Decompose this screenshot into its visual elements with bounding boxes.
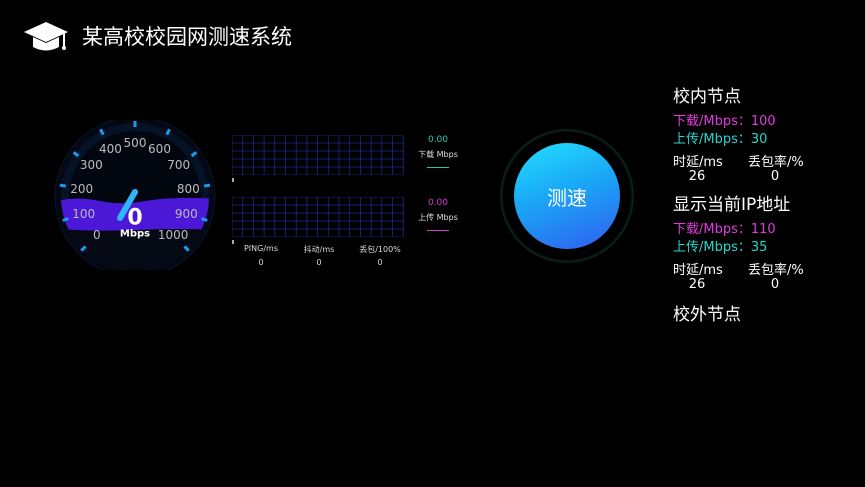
gauge-scale-label: 600 bbox=[148, 141, 171, 156]
gauge-scale-label: 800 bbox=[176, 181, 200, 196]
download-legend-line bbox=[427, 167, 449, 168]
gauge-tick bbox=[203, 183, 211, 188]
speed-test-button[interactable]: 测速 bbox=[514, 143, 620, 249]
gauge-scale-label: 100 bbox=[72, 206, 96, 221]
campus-download: 下载/Mbps：100 bbox=[673, 114, 776, 129]
gauge-scale-label: 0 bbox=[92, 228, 101, 243]
gauge-tick bbox=[62, 217, 69, 222]
ip-download: 下载/Mbps：110 bbox=[673, 222, 776, 237]
gauge-scale-label: 900 bbox=[174, 206, 198, 221]
section-title-ip: 显示当前IP地址 bbox=[673, 195, 791, 215]
campus-latency-value: 26 bbox=[688, 169, 706, 184]
section-title-campus: 校内节点 bbox=[673, 87, 741, 107]
speed-unit: Mbps bbox=[119, 228, 151, 240]
upload-label: 上传 Mbps bbox=[418, 213, 458, 222]
gauge-scale-label: 500 bbox=[123, 136, 147, 150]
ping-label: PING/ms bbox=[243, 244, 279, 253]
ip-latency-value: 26 bbox=[688, 277, 706, 292]
gauge-scale-label: 700 bbox=[167, 158, 191, 173]
gauge-scale-label: 1000 bbox=[157, 228, 189, 243]
gauge-scale-label: 200 bbox=[70, 181, 94, 196]
campus-upload: 上传/Mbps：30 bbox=[673, 132, 768, 147]
ip-latency-label: 时延/ms bbox=[673, 263, 723, 278]
download-value: 0.00 bbox=[427, 135, 449, 145]
upload-graph bbox=[232, 197, 404, 237]
loss-label: 丢包/100% bbox=[359, 245, 401, 254]
jitter-label: 抖动/ms bbox=[303, 245, 335, 254]
ip-upload: 上传/Mbps：35 bbox=[673, 240, 768, 255]
jitter-value: 0 bbox=[316, 258, 322, 267]
ip-loss-label: 丢包率/% bbox=[748, 263, 804, 278]
gauge-tick bbox=[201, 217, 208, 222]
ping-value: 0 bbox=[258, 258, 264, 267]
gauge-tick bbox=[59, 183, 67, 188]
section-title-external: 校外节点 bbox=[673, 305, 741, 325]
app-title: 某高校校园网测速系统 bbox=[82, 25, 292, 49]
gauge-scale-label: 300 bbox=[79, 158, 103, 173]
ip-loss-value: 0 bbox=[770, 277, 780, 292]
campus-loss-label: 丢包率/% bbox=[748, 155, 804, 170]
upload-legend-line bbox=[427, 230, 449, 231]
download-label: 下载 Mbps bbox=[418, 150, 458, 159]
download-graph bbox=[232, 135, 404, 175]
upload-value: 0.00 bbox=[427, 198, 449, 208]
gauge-scale-label: 400 bbox=[99, 141, 122, 156]
graph-marker bbox=[232, 240, 234, 244]
campus-loss-value: 0 bbox=[770, 169, 780, 184]
graduation-cap-icon bbox=[24, 22, 68, 51]
speed-value: 0 bbox=[127, 205, 143, 231]
graph-marker bbox=[232, 178, 234, 182]
campus-latency-label: 时延/ms bbox=[673, 155, 723, 170]
loss-value: 0 bbox=[377, 258, 383, 267]
